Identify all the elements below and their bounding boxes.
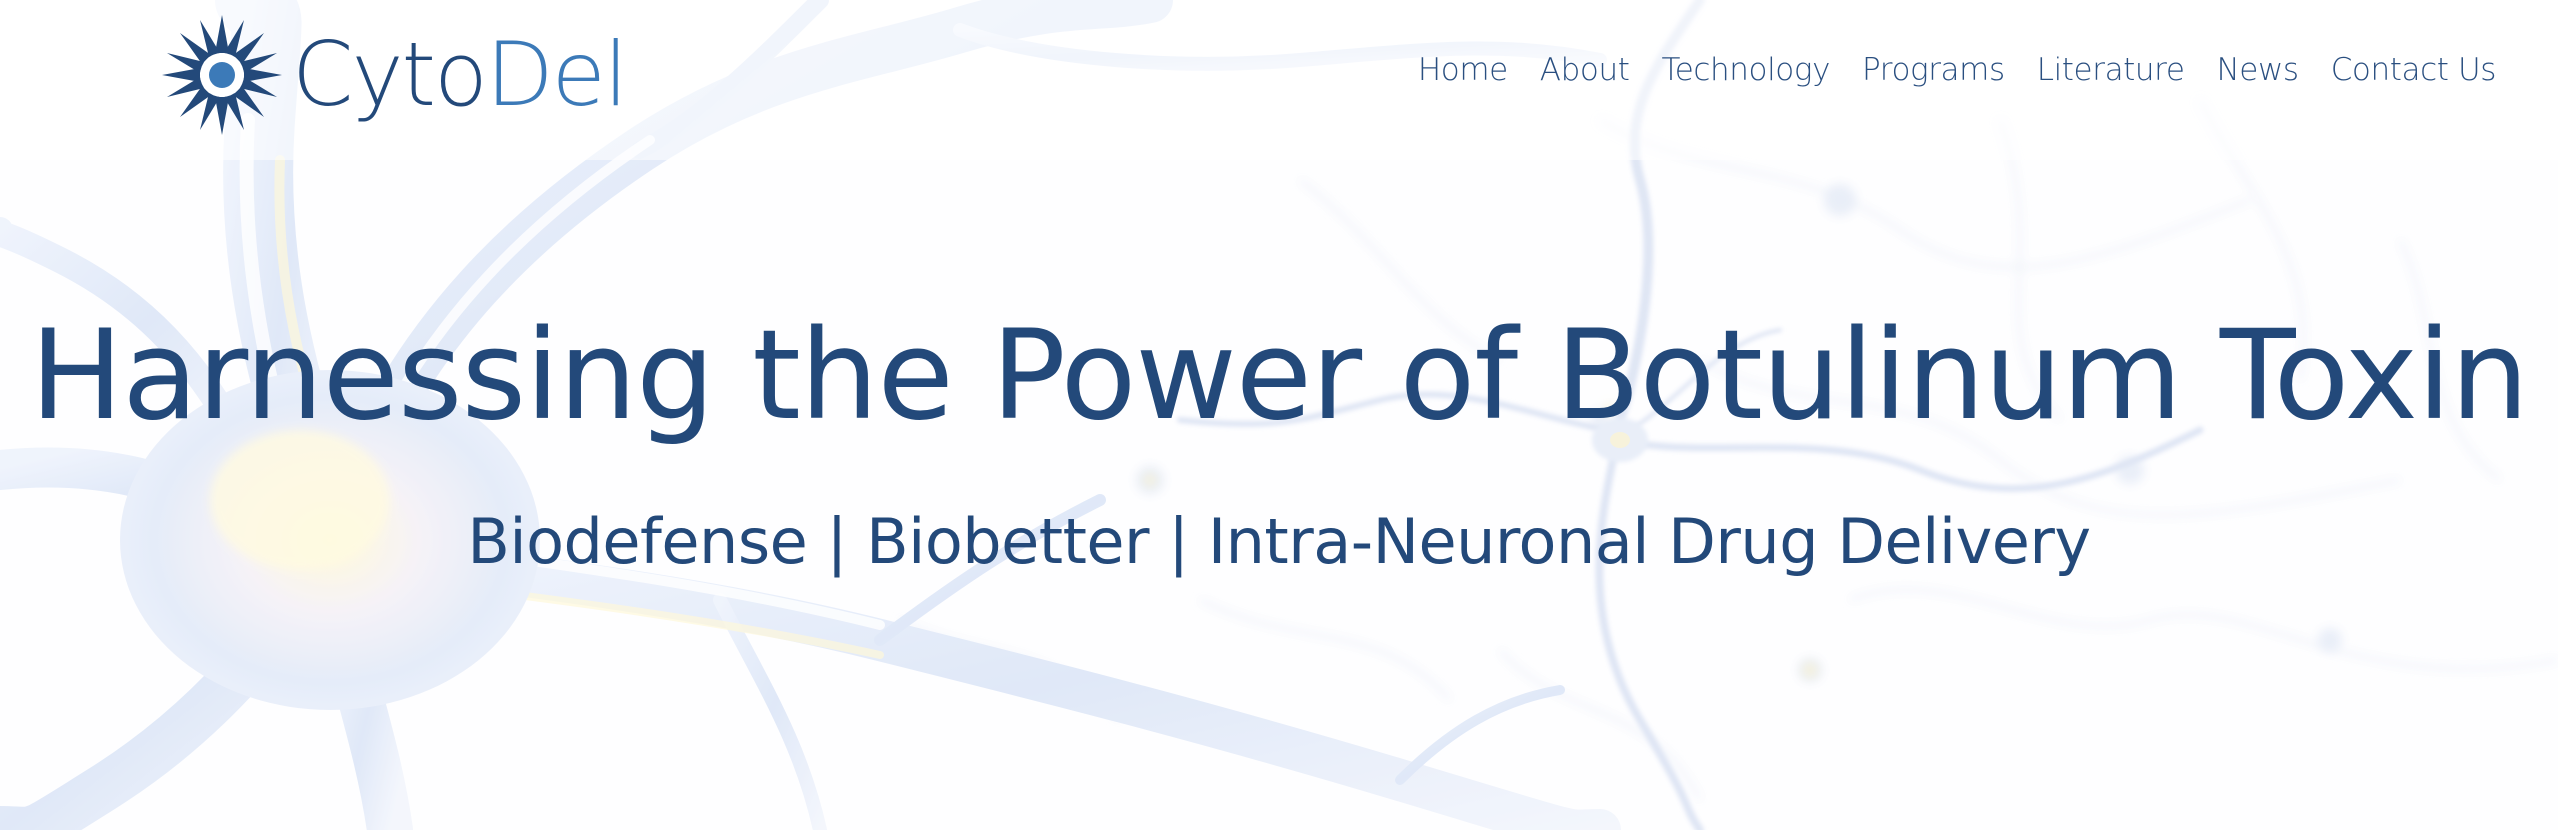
nav-item-programs[interactable]: Programs <box>1862 52 2005 88</box>
page: CytoDel Home About Technology Programs L… <box>0 0 2558 830</box>
nav-item-literature[interactable]: Literature <box>2037 52 2185 88</box>
hero-subtitle: Biodefense | Biobetter | Intra-Neuronal … <box>467 505 2091 578</box>
starburst-logo-icon <box>162 14 282 135</box>
site-logo[interactable]: CytoDel <box>160 12 628 137</box>
logo-wordmark-cyto: Cyto <box>292 22 488 126</box>
nav-item-technology[interactable]: Technology <box>1661 52 1830 88</box>
nav-item-news[interactable]: News <box>2217 52 2300 88</box>
nav-item-about[interactable]: About <box>1540 52 1630 88</box>
main-nav: Home About Technology Programs Literatur… <box>1386 52 2497 88</box>
logo-wordmark: CytoDel <box>292 30 628 119</box>
hero-title: Harnessing the Power of Botulinum Toxin <box>29 304 2529 448</box>
logo-wordmark-del: Del <box>485 22 628 126</box>
nav-item-contact-us[interactable]: Contact Us <box>2331 52 2497 88</box>
nav-item-home[interactable]: Home <box>1418 52 1508 88</box>
site-header: CytoDel Home About Technology Programs L… <box>0 0 2558 160</box>
